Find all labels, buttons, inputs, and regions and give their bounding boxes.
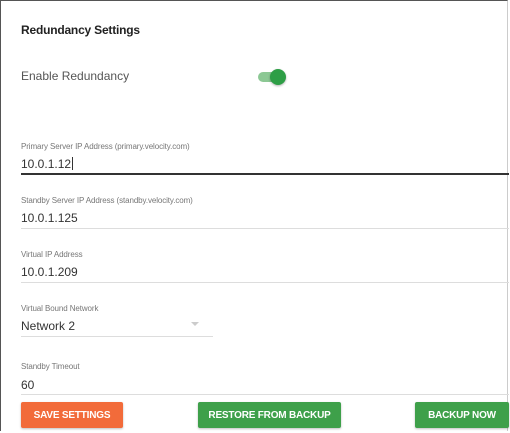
standby-ip-label: Standby Server IP Address (standby.veloc… <box>21 196 193 205</box>
standby-timeout-input[interactable]: 60 <box>21 378 491 392</box>
save-settings-button[interactable]: SAVE SETTINGS <box>21 402 123 428</box>
bound-network-label: Virtual Bound Network <box>21 304 99 313</box>
standby-timeout-value: 60 <box>21 378 35 392</box>
primary-ip-underline <box>21 173 509 175</box>
enable-redundancy-label: Enable Redundancy <box>21 69 130 83</box>
virtual-ip-label: Virtual IP Address <box>21 250 83 259</box>
settings-panel: Redundancy Settings Enable Redundancy Pr… <box>0 0 509 431</box>
virtual-ip-input[interactable]: 10.0.1.209 <box>21 265 491 279</box>
backup-now-button[interactable]: BACKUP NOW <box>415 402 509 428</box>
chevron-down-icon <box>191 322 199 326</box>
toggle-thumb <box>270 69 286 85</box>
standby-ip-input[interactable]: 10.0.1.125 <box>21 211 491 225</box>
bound-network-underline <box>21 336 213 337</box>
standby-ip-value: 10.0.1.125 <box>21 211 78 225</box>
virtual-ip-value: 10.0.1.209 <box>21 265 78 279</box>
primary-ip-label: Primary Server IP Address (primary.veloc… <box>21 142 190 151</box>
primary-ip-value: 10.0.1.12 <box>21 157 72 171</box>
bound-network-value: Network 2 <box>21 319 76 333</box>
standby-timeout-label: Standby Timeout <box>21 362 80 371</box>
virtual-ip-underline <box>21 282 509 283</box>
text-caret <box>72 157 74 170</box>
primary-ip-input[interactable]: 10.0.1.12 <box>21 157 491 171</box>
restore-from-backup-button[interactable]: RESTORE FROM BACKUP <box>198 402 341 428</box>
standby-ip-underline <box>21 228 509 229</box>
bound-network-select[interactable]: Network 2 <box>21 317 213 337</box>
standby-timeout-underline <box>21 394 509 395</box>
panel-title: Redundancy Settings <box>21 23 140 37</box>
enable-redundancy-toggle[interactable] <box>258 69 286 85</box>
